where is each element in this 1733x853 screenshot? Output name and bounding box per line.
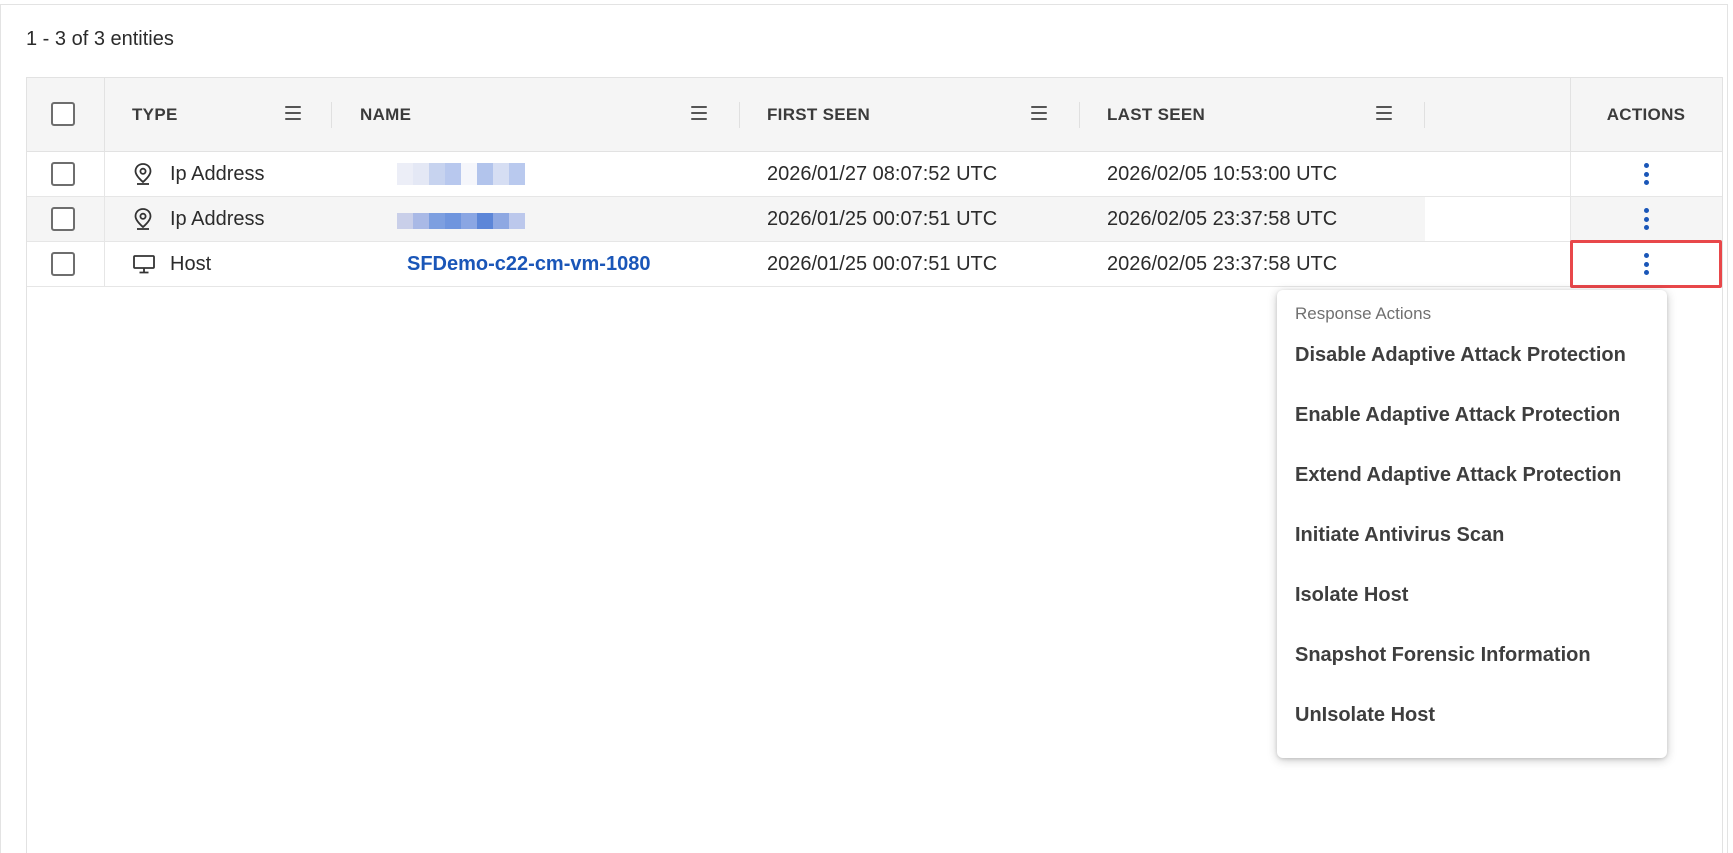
menu-item-unisolate-host[interactable]: UnIsolate Host <box>1295 704 1435 727</box>
menu-title: Response Actions <box>1295 304 1432 323</box>
monitor-icon <box>132 242 156 286</box>
column-menu-icon[interactable] <box>691 106 707 120</box>
redacted-name <box>397 163 525 185</box>
column-menu-icon[interactable] <box>285 106 301 120</box>
table-row: Host SFDemo-c22-cm-vm-1080 2026/01/25 00… <box>27 242 1722 287</box>
last-seen: 2026/02/05 10:53:00 UTC <box>1107 162 1338 185</box>
column-menu-icon[interactable] <box>1031 106 1047 120</box>
menu-item-disable-adaptive-attack-protection[interactable]: Disable Adaptive Attack Protection <box>1295 344 1626 367</box>
last-seen: 2026/02/05 23:37:58 UTC <box>1107 252 1338 275</box>
entity-type: Host <box>170 252 212 275</box>
location-pin-icon <box>132 197 154 241</box>
last-seen: 2026/02/05 23:37:58 UTC <box>1107 207 1338 230</box>
entity-type: Ip Address <box>170 207 265 230</box>
menu-item-initiate-antivirus-scan[interactable]: Initiate Antivirus Scan <box>1295 524 1504 547</box>
table-row: Ip Address 2026/01/25 00:07:51 UTC 2026/… <box>27 197 1722 242</box>
row-actions-kebab-icon[interactable] <box>1643 208 1649 230</box>
entity-type: Ip Address <box>170 162 265 185</box>
first-seen: 2026/01/25 00:07:51 UTC <box>767 207 998 230</box>
entity-count: 1 - 3 of 3 entities <box>26 28 174 50</box>
first-seen: 2026/01/27 08:07:52 UTC <box>767 162 998 185</box>
row-checkbox[interactable] <box>51 252 75 276</box>
column-header-name[interactable]: NAME <box>360 78 411 152</box>
location-pin-icon <box>132 152 154 196</box>
entity-name-link[interactable]: SFDemo-c22-cm-vm-1080 <box>407 242 650 286</box>
selected-actions-highlight <box>1570 240 1722 288</box>
row-actions-kebab-icon[interactable] <box>1643 163 1649 185</box>
menu-item-snapshot-forensic-information[interactable]: Snapshot Forensic Information <box>1295 644 1591 667</box>
row-checkbox[interactable] <box>51 207 75 231</box>
table-row: Ip Address 2026/01/27 08:07:52 UTC 2026/… <box>27 152 1722 197</box>
table-header: TYPE NAME FIRST SEEN LAST SEEN ACTIONS <box>27 78 1722 152</box>
row-checkbox[interactable] <box>51 162 75 186</box>
select-all-checkbox[interactable] <box>51 102 75 126</box>
redacted-name <box>397 213 525 229</box>
column-menu-icon[interactable] <box>1376 106 1392 120</box>
column-header-first-seen[interactable]: FIRST SEEN <box>767 78 870 152</box>
column-header-actions: ACTIONS <box>1606 105 1686 124</box>
response-actions-menu: Response Actions Disable Adaptive Attack… <box>1277 290 1667 758</box>
menu-item-enable-adaptive-attack-protection[interactable]: Enable Adaptive Attack Protection <box>1295 404 1620 427</box>
menu-item-extend-adaptive-attack-protection[interactable]: Extend Adaptive Attack Protection <box>1295 464 1621 487</box>
column-header-last-seen[interactable]: LAST SEEN <box>1107 78 1205 152</box>
first-seen: 2026/01/25 00:07:51 UTC <box>767 252 998 275</box>
column-header-type[interactable]: TYPE <box>132 78 178 152</box>
menu-item-isolate-host[interactable]: Isolate Host <box>1295 584 1408 607</box>
